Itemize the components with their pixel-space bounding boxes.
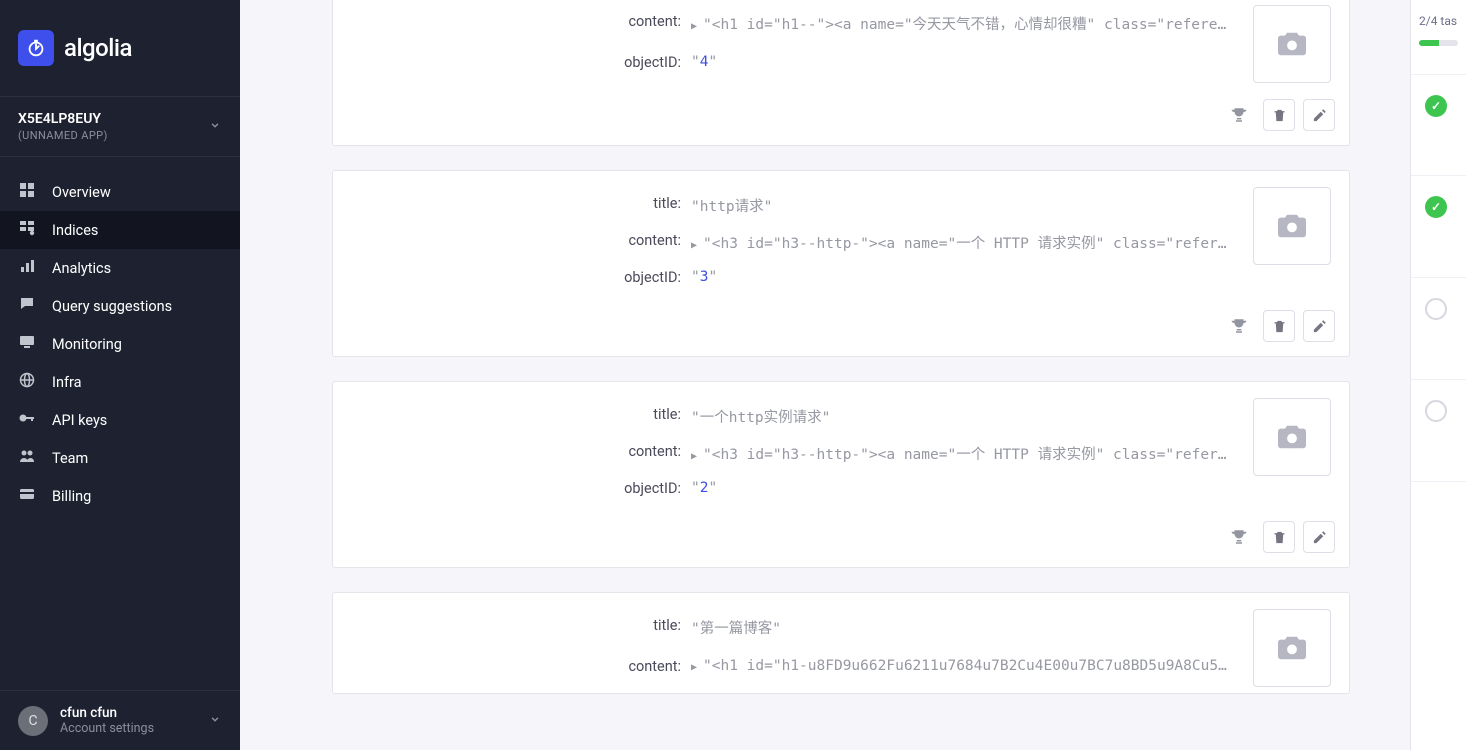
- nav-item-monitoring[interactable]: Monitoring: [0, 325, 240, 363]
- edit-button[interactable]: [1303, 521, 1335, 553]
- account-settings-label: Account settings: [60, 721, 196, 736]
- brand-name: algolia: [64, 34, 132, 62]
- field-val-title: "http请求": [691, 187, 1233, 224]
- expand-icon[interactable]: ▶: [691, 240, 697, 251]
- field-key-title: title:: [351, 398, 691, 435]
- comment-icon: [18, 296, 36, 316]
- field-key-content: content:: [351, 224, 691, 261]
- nav-label: API keys: [52, 412, 107, 429]
- tasks-progress-label: 2/4 tas: [1411, 0, 1466, 34]
- nav-item-team[interactable]: Team: [0, 439, 240, 477]
- promote-button[interactable]: [1223, 99, 1255, 131]
- promote-button[interactable]: [1223, 521, 1255, 553]
- records-list: content:▶"<h1 id="h1--"><a name="今天天气不错，…: [240, 0, 1410, 750]
- check-todo-icon: [1425, 400, 1447, 422]
- logo-icon: [18, 30, 54, 66]
- expand-icon[interactable]: ▶: [691, 451, 697, 462]
- nav-label: Billing: [52, 488, 91, 505]
- dashboard-icon: [18, 182, 36, 202]
- nav-item-indices[interactable]: Indices: [0, 211, 240, 249]
- user-name: cfun cfun: [60, 705, 196, 721]
- nav-item-analytics[interactable]: Analytics: [0, 249, 240, 287]
- field-val-objectid: "4": [691, 46, 1233, 83]
- task-item[interactable]: [1411, 278, 1466, 380]
- record-thumbnail[interactable]: [1253, 398, 1331, 476]
- account-menu[interactable]: C cfun cfun Account settings: [0, 690, 240, 750]
- record-card: title:"一个http实例请求"content:▶"<h3 id="h3--…: [332, 381, 1350, 568]
- nav-item-apikeys[interactable]: API keys: [0, 401, 240, 439]
- app-selector[interactable]: X5E4LP8EUY (UNNAMED APP): [0, 96, 240, 157]
- record-thumbnail[interactable]: [1253, 609, 1331, 687]
- expand-icon[interactable]: ▶: [691, 21, 697, 32]
- field-val-objectid: "2": [691, 472, 1233, 505]
- monitor-icon: [18, 334, 36, 354]
- task-item[interactable]: [1411, 380, 1466, 482]
- record-card: title:"http请求"content:▶"<h3 id="h3--http…: [332, 170, 1350, 357]
- nav-item-billing[interactable]: Billing: [0, 477, 240, 515]
- avatar: C: [18, 706, 48, 736]
- nav-label: Query suggestions: [52, 298, 172, 315]
- nav-item-overview[interactable]: Overview: [0, 173, 240, 211]
- chevron-down-icon: [208, 711, 222, 730]
- field-key-objectid: objectID:: [351, 46, 691, 83]
- edit-button[interactable]: [1303, 310, 1335, 342]
- record-actions: [333, 300, 1349, 356]
- nav-label: Monitoring: [52, 336, 122, 353]
- nav: Overview Indices Analytics Query suggestion…: [0, 157, 240, 690]
- nav-label: Infra: [52, 374, 82, 391]
- chart-icon: [18, 258, 36, 278]
- tasks-rail: 2/4 tas: [1410, 0, 1466, 750]
- field-key-title: title:: [351, 187, 691, 224]
- indices-icon: [18, 220, 36, 240]
- field-val-content[interactable]: ▶"<h1 id="h1--"><a name="今天天气不错，心情却很糟" c…: [691, 5, 1233, 46]
- globe-icon: [18, 372, 36, 392]
- task-item[interactable]: [1411, 176, 1466, 278]
- field-val-title: "一个http实例请求": [691, 398, 1233, 435]
- delete-button[interactable]: [1263, 521, 1295, 553]
- record-card: content:▶"<h1 id="h1--"><a name="今天天气不错，…: [332, 0, 1350, 146]
- promote-button[interactable]: [1223, 310, 1255, 342]
- nav-label: Indices: [52, 222, 98, 239]
- field-val-objectid: "3": [691, 261, 1233, 294]
- field-key-content: content:: [351, 5, 691, 46]
- record-actions: [333, 511, 1349, 567]
- field-key-objectid: objectID:: [351, 472, 691, 505]
- edit-button[interactable]: [1303, 99, 1335, 131]
- field-val-title: "第一篇博客": [691, 609, 1233, 650]
- nav-label: Overview: [52, 184, 111, 201]
- field-val-content[interactable]: ▶"<h1 id="h1-u8FD9u662Fu6211u7684u7B2Cu4…: [691, 650, 1233, 687]
- logo[interactable]: algolia: [0, 0, 240, 96]
- task-list: [1411, 74, 1466, 482]
- check-todo-icon: [1425, 298, 1447, 320]
- chevron-down-icon: [208, 117, 222, 136]
- field-key-objectid: objectID:: [351, 261, 691, 294]
- tasks-progress-bar: [1419, 40, 1458, 46]
- record-thumbnail[interactable]: [1253, 187, 1331, 265]
- nav-label: Analytics: [52, 260, 111, 277]
- delete-button[interactable]: [1263, 99, 1295, 131]
- task-item[interactable]: [1411, 74, 1466, 176]
- field-key-title: title:: [351, 609, 691, 650]
- users-icon: [18, 448, 36, 468]
- card-icon: [18, 486, 36, 506]
- field-key-content: content:: [351, 650, 691, 687]
- delete-button[interactable]: [1263, 310, 1295, 342]
- record-actions: [333, 89, 1349, 145]
- nav-label: Team: [52, 450, 88, 467]
- field-val-content[interactable]: ▶"<h3 id="h3--http-"><a name="一个 HTTP 请求…: [691, 224, 1233, 261]
- expand-icon[interactable]: ▶: [691, 662, 697, 673]
- field-key-content: content:: [351, 435, 691, 472]
- check-done-icon: [1425, 95, 1447, 117]
- record-thumbnail[interactable]: [1253, 5, 1331, 83]
- app-label: (UNNAMED APP): [18, 129, 108, 142]
- record-card: title:"第一篇博客"content:▶"<h1 id="h1-u8FD9u…: [332, 592, 1350, 694]
- field-val-content[interactable]: ▶"<h3 id="h3--http-"><a name="一个 HTTP 请求…: [691, 435, 1233, 472]
- app-id: X5E4LP8EUY: [18, 111, 108, 127]
- sidebar: algolia X5E4LP8EUY (UNNAMED APP) Overvie…: [0, 0, 240, 750]
- check-done-icon: [1425, 196, 1447, 218]
- nav-item-query[interactable]: Query suggestions: [0, 287, 240, 325]
- key-icon: [18, 410, 36, 430]
- nav-item-infra[interactable]: Infra: [0, 363, 240, 401]
